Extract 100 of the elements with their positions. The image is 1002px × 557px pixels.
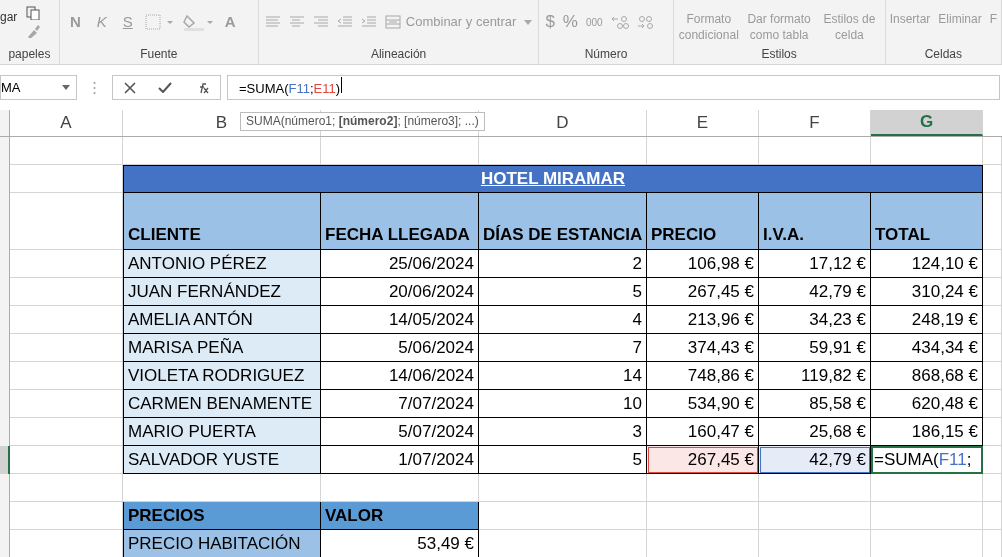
empty-cell[interactable] [983, 418, 1002, 446]
table-cell: AMELIA ANTÓN [123, 306, 321, 334]
empty-cell[interactable] [871, 502, 983, 530]
merge-icon [384, 15, 401, 29]
empty-cell[interactable] [479, 474, 647, 502]
group-label: Alineación [370, 46, 427, 63]
table-cell: 267,45 € [647, 278, 759, 306]
empty-cell[interactable] [983, 334, 1002, 362]
column-heading: TOTAL [871, 193, 983, 250]
more-icon [93, 80, 96, 95]
empty-cell[interactable] [759, 502, 871, 530]
table-cell: 17,12 € [759, 250, 871, 278]
group-label: Estilos [761, 46, 797, 63]
table-cell: 53,49 € [321, 530, 479, 557]
empty-cell[interactable] [983, 165, 1002, 193]
table-cell: 14/05/2024 [321, 306, 479, 334]
empty-cell[interactable] [983, 446, 1002, 474]
table-cell: 42,79 € [759, 446, 871, 474]
table-cell: 25,68 € [759, 418, 871, 446]
empty-cell[interactable] [871, 474, 983, 502]
table-cell: SALVADOR YUSTE [123, 446, 321, 474]
name-box[interactable]: MA [0, 75, 77, 100]
table-cell: 5/06/2024 [321, 334, 479, 362]
table-cell: 5 [479, 446, 647, 474]
row-header[interactable] [0, 474, 10, 557]
table-cell: 374,43 € [647, 334, 759, 362]
column-heading: PRECIO [647, 193, 759, 250]
table-cell: MARISA PEÑA [123, 334, 321, 362]
empty-cell[interactable] [983, 250, 1002, 278]
table-cell: PRECIO HABITACIÓN [123, 530, 321, 557]
column-heading: I.V.A. [759, 193, 871, 250]
formula-field[interactable]: =SUMA(F11;E11) [227, 75, 1000, 100]
table-cell: 14 [479, 362, 647, 390]
table-cell: 106,98 € [647, 250, 759, 278]
table-cell: 4 [479, 306, 647, 334]
table-cell: 5 [479, 278, 647, 306]
empty-cell[interactable] [647, 502, 759, 530]
table-title: HOTEL MIRAMAR [123, 165, 983, 193]
table-cell: VIOLETA RODRIGUEZ [123, 362, 321, 390]
table-cell: ANTONIO PÉREZ [123, 250, 321, 278]
column-heading: DÍAS DE ESTANCIA [479, 193, 647, 250]
table-cell: 5/07/2024 [321, 418, 479, 446]
column-heading: PRECIOS [123, 502, 321, 530]
table-cell: 119,82 € [759, 362, 871, 390]
empty-cell[interactable] [983, 193, 1002, 250]
cell-input[interactable]: =SUMA(F11; [871, 446, 983, 474]
empty-cell[interactable] [647, 474, 759, 502]
close-icon[interactable] [124, 81, 137, 94]
column-heading: CLIENTE [123, 193, 321, 250]
table-cell: 14/06/2024 [321, 362, 479, 390]
formula-text: =SUMA(F11;E11) [239, 76, 343, 99]
table-cell: 59,91 € [759, 334, 871, 362]
row-header[interactable] [0, 446, 10, 474]
table-cell: 7 [479, 334, 647, 362]
group-label: papeles [8, 46, 51, 63]
table-cell: 213,96 € [647, 306, 759, 334]
table-cell: 534,90 € [647, 390, 759, 418]
group-label: Celdas [924, 46, 962, 63]
dropdown-icon [62, 85, 70, 90]
table-cell: 34,23 € [759, 306, 871, 334]
empty-cell[interactable] [10, 137, 123, 165]
table-cell: 1/07/2024 [321, 446, 479, 474]
column-heading: VALOR [321, 502, 479, 530]
empty-cell[interactable] [983, 390, 1002, 418]
empty-cell[interactable] [983, 502, 1002, 530]
table-cell: CARMEN BENAMENTE [123, 390, 321, 418]
table-cell: 248,19 € [871, 306, 983, 334]
function-tooltip: SUMA(número1; [número2]; [número3]; ...) [240, 112, 485, 131]
table-cell: 310,24 € [871, 278, 983, 306]
column-header[interactable]: E [647, 110, 759, 136]
empty-cell[interactable] [759, 474, 871, 502]
table-cell: 3 [479, 418, 647, 446]
check-icon[interactable] [158, 82, 173, 93]
column-header[interactable]: A [10, 110, 123, 136]
row-header[interactable] [0, 137, 10, 446]
table-cell: MARIO PUERTA [123, 418, 321, 446]
table-cell: 434,34 € [871, 334, 983, 362]
table-cell: 2 [479, 250, 647, 278]
empty-cell[interactable] [983, 137, 1002, 165]
empty-cell[interactable] [10, 474, 123, 502]
select-all-corner[interactable] [0, 110, 10, 136]
empty-cell[interactable] [983, 474, 1002, 502]
table-cell: 620,48 € [871, 390, 983, 418]
table-cell: 267,45 € [647, 446, 759, 474]
table-cell: 7/07/2024 [321, 390, 479, 418]
column-header[interactable]: G [871, 110, 983, 136]
table-cell: 20/06/2024 [321, 278, 479, 306]
table-cell: 124,10 € [871, 250, 983, 278]
table-cell: JUAN FERNÁNDEZ [123, 278, 321, 306]
empty-cell[interactable] [983, 362, 1002, 390]
table-cell: 85,58 € [759, 390, 871, 418]
table-cell: 10 [479, 390, 647, 418]
table-cell: 25/06/2024 [321, 250, 479, 278]
table-cell: 42,79 € [759, 278, 871, 306]
group-label: Fuente [140, 46, 178, 63]
group-label: Número [584, 46, 628, 63]
empty-cell[interactable] [983, 278, 1002, 306]
empty-cell[interactable] [983, 306, 1002, 334]
table-cell: 868,68 € [871, 362, 983, 390]
table-cell: 160,47 € [647, 418, 759, 446]
